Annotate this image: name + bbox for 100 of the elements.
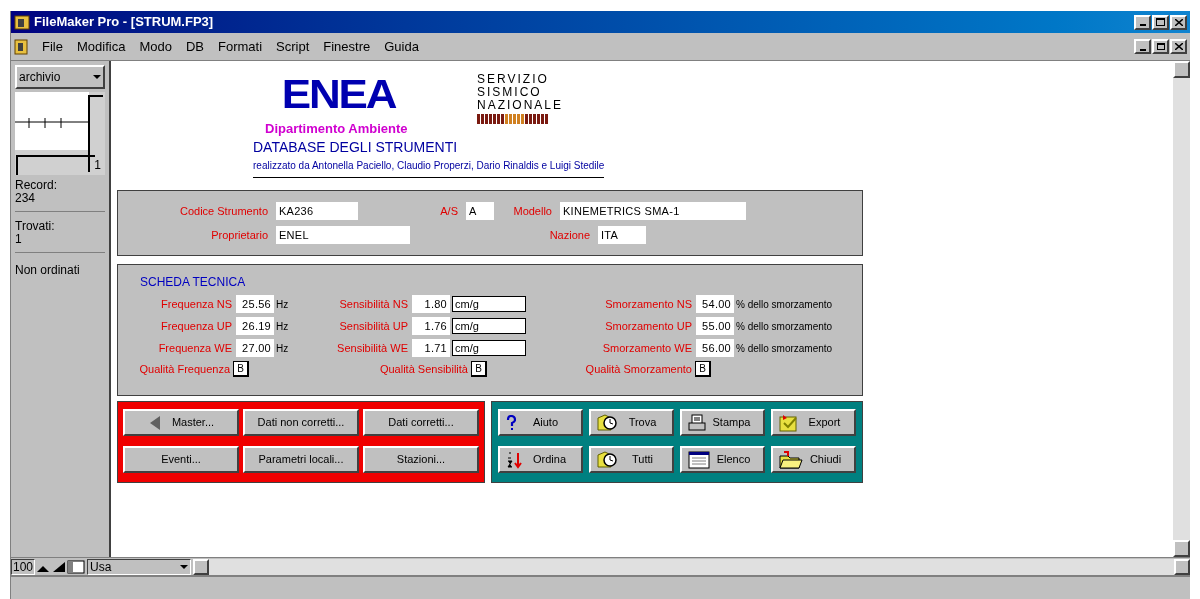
text-field[interactable]: ITA — [598, 226, 646, 244]
folder-icon — [779, 450, 803, 469]
field-label: Proprietario — [210, 227, 268, 243]
field-label: Qualità Smorzamento — [584, 362, 692, 377]
menu-item[interactable]: Finestre — [323, 36, 371, 57]
sort-icon — [506, 450, 524, 469]
restore-button[interactable] — [1152, 39, 1169, 54]
credits-text: realizzato da Antonella Paciello, Claudio Properzi, Dario Rinaldis e Luigi Stedile — [253, 158, 605, 178]
field-label: A/S — [439, 203, 458, 219]
text-field[interactable]: A — [466, 202, 494, 220]
quality-field[interactable]: B — [471, 361, 487, 378]
close-button[interactable] — [1170, 14, 1187, 30]
field-label: Smorzamento NS — [604, 296, 692, 312]
nav-button[interactable]: Eventi... — [123, 446, 239, 473]
zoom-level[interactable]: 100 — [11, 558, 36, 575]
list-icon — [688, 450, 710, 469]
tool-button[interactable]: Export — [771, 409, 856, 436]
found-label: Trovati: — [15, 220, 56, 233]
tool-button[interactable]: Elenco — [680, 446, 765, 473]
unit-label: Hz — [276, 297, 289, 312]
nav-button[interactable]: Dati corretti... — [363, 409, 479, 436]
close-icon — [1174, 43, 1183, 50]
field-label: Qualità Frequenza — [138, 362, 230, 377]
field-label: Smorzamento UP — [604, 318, 692, 334]
maximize-button[interactable] — [1152, 14, 1169, 30]
menu-item[interactable]: Guida — [384, 36, 419, 57]
menu-item[interactable]: DB — [185, 36, 204, 57]
database-title: DATABASE DEGLI STRUMENTI — [253, 138, 459, 157]
minimize-button[interactable] — [1134, 39, 1151, 54]
number-field[interactable]: 1.71 — [412, 339, 450, 357]
mode-dropdown[interactable]: Usa — [87, 558, 192, 575]
unit-field[interactable]: cm/g — [452, 318, 526, 334]
status-area-icon[interactable] — [67, 559, 86, 574]
unit-field[interactable]: cm/g — [452, 340, 526, 356]
book-page-control[interactable]: 1 — [15, 92, 105, 175]
close-icon — [1174, 18, 1183, 26]
quality-field[interactable]: B — [233, 361, 249, 378]
layout-dropdown[interactable]: archivio — [15, 65, 105, 89]
number-field[interactable]: 27.00 — [236, 339, 274, 357]
close-button[interactable] — [1170, 39, 1187, 54]
window-title: FileMaker Pro - [STRUM.FP3] — [34, 13, 214, 32]
service-logo-text: SISMICO — [477, 86, 543, 99]
menu-item[interactable]: Modifica — [76, 36, 126, 57]
text-field[interactable]: ENEL — [276, 226, 410, 244]
minimize-button[interactable] — [1134, 14, 1151, 30]
number-field[interactable]: 1.76 — [412, 317, 450, 335]
logo: ENEA — [281, 73, 396, 115]
service-logo-text: NAZIONALE — [477, 99, 563, 112]
number-field[interactable]: 25.56 — [236, 295, 274, 313]
unit-label: % dello smorzamento — [736, 341, 833, 356]
field-label: Smorzamento WE — [601, 340, 692, 356]
field-label: Sensibilità NS — [338, 296, 408, 312]
number-field[interactable]: 56.00 — [696, 339, 734, 357]
field-label: Modello — [512, 203, 552, 219]
document-icon — [14, 38, 28, 55]
section-title: SCHEDA TECNICA — [140, 274, 247, 291]
field-label: Sensibilità WE — [336, 340, 408, 356]
unit-field[interactable]: cm/g — [452, 296, 526, 312]
quality-field[interactable]: B — [695, 361, 711, 378]
menu-item[interactable]: File — [42, 36, 63, 57]
unit-label: Hz — [276, 341, 289, 356]
nav-button[interactable]: Parametri locali... — [243, 446, 359, 473]
text-field[interactable]: KA236 — [276, 202, 358, 220]
field-label: Sensibilità UP — [338, 318, 408, 334]
department-name: Dipartimento Ambiente — [265, 120, 408, 138]
book-icon — [15, 92, 103, 175]
record-label: Record: — [15, 179, 59, 192]
number-field[interactable]: 1.80 — [412, 295, 450, 313]
vertical-scrollbar[interactable] — [1173, 61, 1190, 557]
menu-item[interactable]: Script — [276, 36, 310, 57]
number-field[interactable]: 54.00 — [696, 295, 734, 313]
unit-label: Hz — [276, 319, 289, 334]
sort-status: Non ordinati — [15, 262, 81, 279]
horizontal-scrollbar[interactable] — [193, 558, 1190, 575]
number-field[interactable]: 55.00 — [696, 317, 734, 335]
tool-button[interactable]: Trova — [589, 409, 674, 436]
unit-label: % dello smorzamento — [736, 319, 833, 334]
unit-label: % dello smorzamento — [736, 297, 833, 312]
tool-button[interactable]: Stampa — [680, 409, 765, 436]
found-count: 1 — [15, 233, 23, 246]
nav-button[interactable]: Master... — [123, 409, 239, 436]
field-label: Qualità Sensibilità — [378, 362, 468, 377]
nav-button[interactable]: Stazioni... — [363, 446, 479, 473]
text-field[interactable]: KINEMETRICS SMA-1 — [560, 202, 746, 220]
number-field[interactable]: 26.19 — [236, 317, 274, 335]
tool-button[interactable]: Chiudi — [771, 446, 856, 473]
menu-item[interactable]: Formati — [217, 36, 263, 57]
nav-button[interactable]: Dati non corretti... — [243, 409, 359, 436]
menu-item[interactable]: Modo — [139, 36, 172, 57]
field-label: Frequenza WE — [157, 340, 232, 356]
tool-button[interactable]: Aiuto — [498, 409, 583, 436]
field-label: Frequenza UP — [160, 318, 232, 334]
field-label: Codice Strumento — [178, 203, 268, 219]
page-number: 1 — [94, 157, 101, 174]
record-count: 234 — [15, 192, 37, 205]
field-label: Nazione — [548, 227, 590, 243]
tool-button[interactable]: Ordina — [498, 446, 583, 473]
field-label: Frequenza NS — [160, 296, 232, 312]
tool-button[interactable]: Tutti — [589, 446, 674, 473]
printer-icon — [688, 413, 706, 432]
